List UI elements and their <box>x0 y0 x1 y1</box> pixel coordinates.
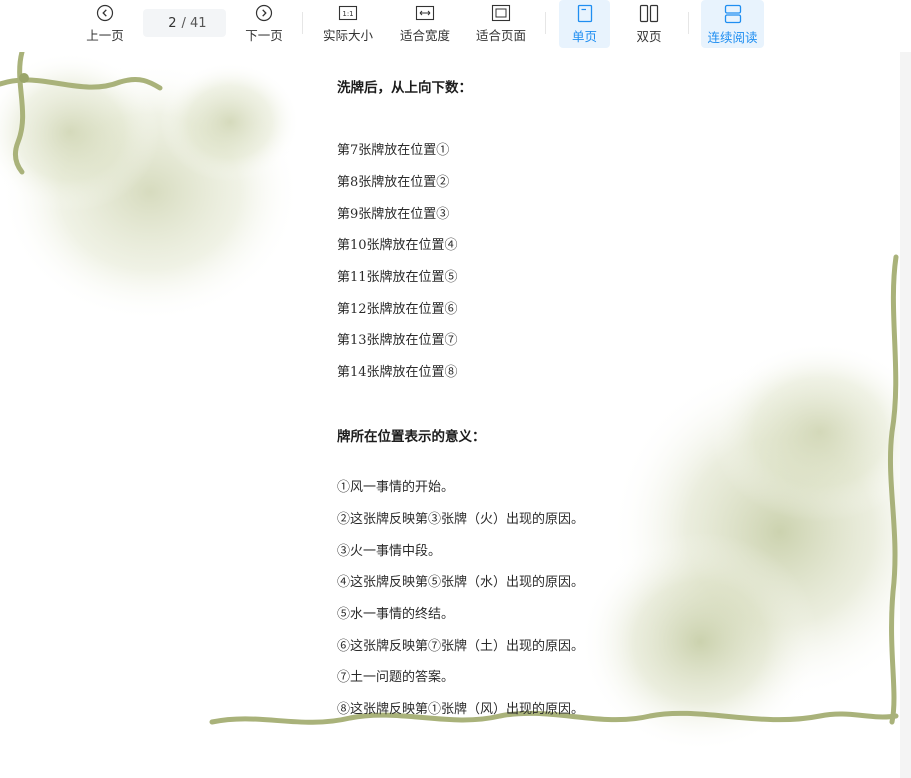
reader-toolbar: 上一页 / 41 下一页 1:1 实际大小 适合宽度 适合页面 <box>0 0 911 52</box>
position-line: 第9张牌放在位置③ <box>337 207 450 222</box>
chevron-right-circle-icon <box>255 4 273 22</box>
vertical-scrollbar[interactable] <box>900 52 911 778</box>
position-line: 第8张牌放在位置② <box>337 175 450 190</box>
chevron-left-circle-icon <box>96 4 114 22</box>
toolbar-divider <box>545 12 546 34</box>
next-page-label: 下一页 <box>245 28 283 43</box>
single-page-label: 单页 <box>571 29 597 44</box>
fit-width-label: 适合宽度 <box>399 28 450 43</box>
position-line: 第14张牌放在位置⑧ <box>337 365 458 380</box>
position-line: 第7张牌放在位置① <box>337 143 450 158</box>
double-page-icon <box>639 4 659 23</box>
meaning-line: ⑥这张牌反映第⑦张牌（土）出现的原因。 <box>337 639 585 654</box>
position-meaning-heading: 牌所在位置表示的意义： <box>337 429 486 445</box>
prev-page-button[interactable]: 上一页 <box>80 0 130 48</box>
prev-page-label: 上一页 <box>86 28 124 43</box>
document-viewport[interactable]: 洗牌后，从上向下数： 第7张牌放在位置① 第8张牌放在位置② 第9张牌放在位置③… <box>0 52 900 752</box>
page-indicator: / 41 <box>143 9 226 37</box>
fit-page-icon <box>491 4 511 22</box>
fit-width-icon <box>415 5 435 21</box>
page-gap <box>0 752 900 778</box>
next-page-button[interactable]: 下一页 <box>239 0 289 48</box>
double-page-label: 双页 <box>636 29 662 44</box>
single-page-icon <box>577 4 592 23</box>
total-pages: / 41 <box>181 15 207 31</box>
meaning-line: ⑧这张牌反映第①张牌（风）出现的原因。 <box>337 702 585 717</box>
double-page-button[interactable]: 双页 <box>625 0 673 48</box>
shuffle-instruction-heading: 洗牌后，从上向下数： <box>337 80 472 96</box>
continuous-reading-icon <box>724 4 741 24</box>
fit-page-button[interactable]: 适合页面 <box>471 0 531 48</box>
toolbar-divider <box>688 12 689 34</box>
meaning-line: ③火一事情中段。 <box>337 544 442 559</box>
position-line: 第13张牌放在位置⑦ <box>337 333 458 348</box>
fit-width-button[interactable]: 适合宽度 <box>395 0 455 48</box>
actual-size-icon: 1:1 <box>338 5 358 21</box>
actual-size-button[interactable]: 1:1 实际大小 <box>318 0 378 48</box>
meaning-line: ④这张牌反映第⑤张牌（水）出现的原因。 <box>337 575 585 590</box>
svg-text:1:1: 1:1 <box>342 10 353 18</box>
continuous-reading-button[interactable]: 连续阅读 <box>701 0 764 48</box>
position-line: 第12张牌放在位置⑥ <box>337 302 458 317</box>
single-page-button[interactable]: 单页 <box>559 0 610 48</box>
continuous-reading-label: 连续阅读 <box>707 30 758 45</box>
toolbar-divider <box>302 12 303 34</box>
meaning-line: ②这张牌反映第③张牌（火）出现的原因。 <box>337 512 585 527</box>
meaning-line: ①风一事情的开始。 <box>337 480 455 495</box>
meaning-line: ⑤水一事情的终结。 <box>337 607 455 622</box>
meaning-line: ⑦土一问题的答案。 <box>337 670 455 685</box>
position-line: 第11张牌放在位置⑤ <box>337 270 458 285</box>
actual-size-label: 实际大小 <box>322 28 373 43</box>
page-number-input[interactable] <box>158 15 177 31</box>
fit-page-label: 适合页面 <box>475 28 526 43</box>
position-line: 第10张牌放在位置④ <box>337 238 458 253</box>
